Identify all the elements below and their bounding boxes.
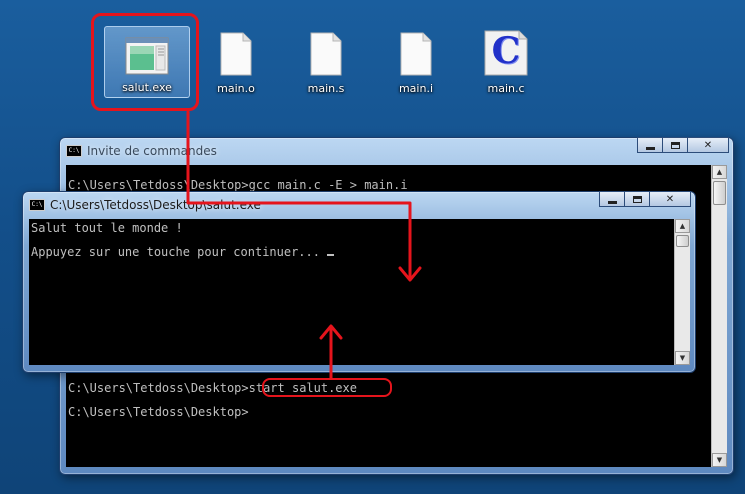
command-highlight-annotation xyxy=(262,378,392,397)
scroll-down-icon[interactable]: ▼ xyxy=(675,351,690,365)
window-controls xyxy=(637,137,729,153)
desktop-icon-label: main.c xyxy=(487,82,525,95)
salut-scrollbar[interactable]: ▲ ▼ xyxy=(674,219,690,365)
salut-titlebar[interactable]: C:\ C:\Users\Tetdoss\Desktop\salut.exe xyxy=(29,196,689,214)
blank-document-icon xyxy=(220,28,252,76)
scroll-up-icon[interactable]: ▲ xyxy=(675,219,690,233)
window-title: Invite de commandes xyxy=(87,144,217,158)
window-title: C:\Users\Tetdoss\Desktop\salut.exe xyxy=(50,198,261,212)
console-icon: C:\ xyxy=(29,199,45,211)
cmd-scrollbar[interactable]: ▲ ▼ xyxy=(711,165,727,467)
blank-document-icon xyxy=(400,28,432,76)
text-cursor xyxy=(327,254,335,256)
maximize-button[interactable] xyxy=(662,137,688,153)
console-line: Salut tout le monde ! xyxy=(31,221,183,235)
scroll-thumb[interactable] xyxy=(713,181,726,205)
cmd-titlebar[interactable]: C:\ Invite de commandes xyxy=(66,142,727,160)
desktop-icon-main-c[interactable]: C main.c xyxy=(466,28,546,100)
c-source-file-icon: C xyxy=(484,28,528,76)
selection-highlight-annotation xyxy=(91,13,199,111)
minimize-button[interactable] xyxy=(599,191,625,207)
salut-window[interactable]: C:\ C:\Users\Tetdoss\Desktop\salut.exe S… xyxy=(22,191,696,373)
maximize-button[interactable] xyxy=(624,191,650,207)
desktop-icon-main-s[interactable]: main.s xyxy=(286,28,366,100)
scroll-up-icon[interactable]: ▲ xyxy=(712,165,727,179)
desktop-icon-main-i[interactable]: main.i xyxy=(376,28,456,100)
minimize-button[interactable] xyxy=(637,137,663,153)
desktop-icon-label: main.s xyxy=(307,82,345,95)
console-line: C:\Users\Tetdoss\Desktop>gcc main.c -E >… xyxy=(68,178,408,192)
desktop-icon-label: main.i xyxy=(398,82,434,95)
scroll-down-icon[interactable]: ▼ xyxy=(712,453,727,467)
scroll-thumb[interactable] xyxy=(676,235,689,247)
close-button[interactable] xyxy=(687,137,729,153)
salut-console-area[interactable]: Salut tout le monde ! Appuyez sur une to… xyxy=(29,219,674,365)
console-line-text: Appuyez sur une touche pour continuer... xyxy=(31,245,328,259)
desktop-icon-main-o[interactable]: main.o xyxy=(196,28,276,100)
window-controls xyxy=(599,191,691,207)
console-icon: C:\ xyxy=(66,145,82,157)
console-line: C:\Users\Tetdoss\Desktop> xyxy=(68,405,249,419)
c-file-glyph: C xyxy=(491,30,521,72)
blank-document-icon xyxy=(310,28,342,76)
desktop-icon-label: main.o xyxy=(217,82,255,95)
close-button[interactable] xyxy=(649,191,691,207)
console-prompt-line: Appuyez sur une touche pour continuer... xyxy=(31,245,335,259)
